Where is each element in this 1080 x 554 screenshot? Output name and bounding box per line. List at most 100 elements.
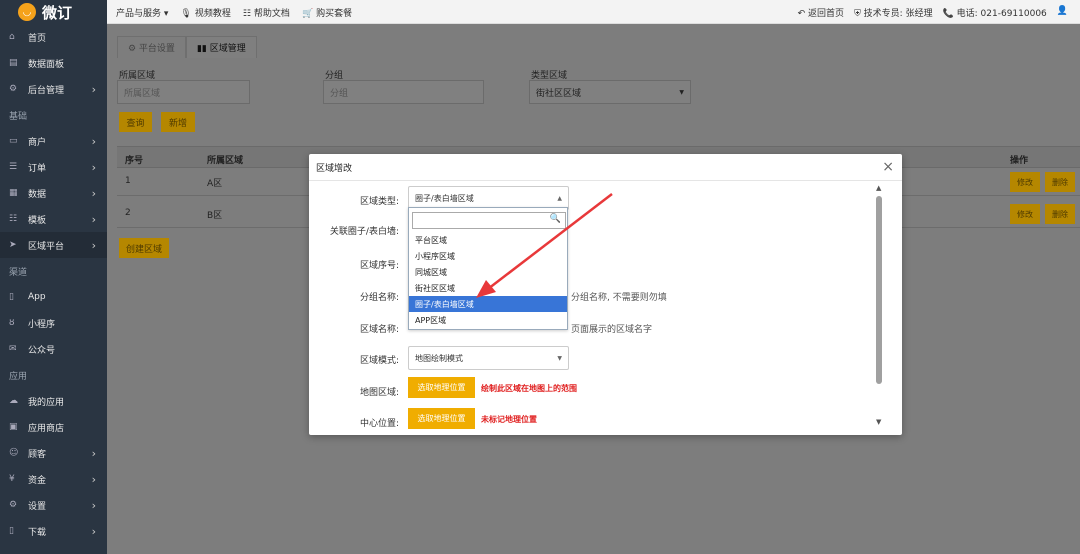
topnav-docs[interactable]: ☷ 帮助文档 — [243, 6, 290, 19]
sidebar-item[interactable]: ▣ 应用商店 — [0, 414, 107, 440]
sidebar-item-label: 数据面板 — [28, 59, 65, 70]
sidebar-item[interactable]: ▦ 数据 › — [0, 180, 107, 206]
chevron-right-icon: › — [91, 446, 96, 460]
top-right: ↶ 返回首页 ⛨ 技术专员: 张经理 📞 电话: 021-69110006 👤 — [798, 6, 1068, 19]
products-label: 产品与服务 ▾ — [116, 9, 169, 19]
sidebar-item[interactable]: ☁ 我的应用 — [0, 388, 107, 414]
sidebar-item[interactable]: ▯ App — [0, 284, 107, 310]
arrow-head — [476, 280, 496, 298]
docs-label: 帮助文档 — [253, 9, 290, 19]
sidebar-item-icon: ¥ — [9, 474, 15, 484]
sidebar-item[interactable]: ☷ 模板 › — [0, 206, 107, 232]
area-mode-select[interactable]: 地图绘制模式 ▼ — [408, 346, 569, 370]
sidebar-item-label: 公众号 — [28, 345, 56, 356]
modal-scrollbar[interactable]: ▲ ▼ — [873, 182, 885, 435]
sidebar-item-icon: ▯ — [9, 526, 14, 536]
center-label: 中心位置: — [359, 419, 399, 429]
sidebar-item[interactable]: ➤ 区域平台 › — [0, 232, 107, 258]
edit-button[interactable]: 修改 — [1010, 172, 1040, 192]
sidebar-item-icon: ▦ — [9, 188, 18, 198]
sidebar-item[interactable]: ☺ 顾客 › — [0, 440, 107, 466]
chevron-right-icon: › — [91, 212, 96, 226]
sidebar-item-icon: ▣ — [9, 422, 18, 432]
sidebar-item-icon: ▯ — [9, 292, 14, 302]
chevron-right-icon: › — [91, 82, 96, 96]
phone-number: 📞 电话: 021-69110006 — [942, 9, 1047, 19]
sidebar-item-icon: ☁ — [9, 396, 18, 406]
delete-button[interactable]: 删除 — [1045, 172, 1075, 192]
mic-icon: 🎙 — [180, 9, 192, 19]
area-type-value: 圈子/表白墙区域 — [415, 193, 474, 203]
back-home-link[interactable]: ↶ 返回首页 — [798, 6, 844, 19]
map-area-button[interactable]: 选取地理位置 — [408, 377, 475, 398]
top-bar: ◡ 微订 产品与服务 ▾ 🎙 视频教程 ☷ 帮助文档 🛒 购买套餐 ↶ 返回首页 ⛨ … — [0, 0, 1080, 24]
type-filter-value: 街社区区域 — [536, 88, 582, 99]
buy-label: 购买套餐 — [316, 9, 353, 19]
scroll-thumb[interactable] — [876, 196, 882, 384]
top-nav: 产品与服务 ▾ 🎙 视频教程 ☷ 帮助文档 🛒 购买套餐 — [116, 6, 352, 19]
sidebar-item[interactable]: ¥ 资金 › — [0, 466, 107, 492]
map-area-label: 地图区域: — [359, 388, 399, 398]
create-area-button[interactable]: 创建区域 — [119, 238, 169, 258]
scroll-up-icon[interactable]: ▲ — [876, 184, 881, 192]
sidebar-item-label: 设置 — [28, 501, 47, 512]
delete-button[interactable]: 删除 — [1045, 204, 1075, 224]
sidebar-item[interactable]: ⌂ 首页 — [0, 24, 107, 50]
sidebar-section: 应用 — [9, 371, 28, 382]
chevron-right-icon: › — [91, 524, 96, 538]
sidebar: ⌂ 首页 ▤ 数据面板 ⚙ 后台管理 › 基础 ▭ 商户 › ☰ 订单 › ▦ 数据 › ☷ 模板 › ➤ 区域平台 › 渠道… — [0, 24, 107, 554]
col-actions: 操作 — [1010, 156, 1029, 166]
add-button[interactable]: 新增 — [161, 112, 195, 132]
chevron-down-icon: ▼ — [557, 355, 562, 362]
edit-button[interactable]: 修改 — [1010, 204, 1040, 224]
sidebar-section: 基础 — [9, 111, 28, 122]
support-contact: ⛨ 技术专员: 张经理 — [854, 9, 933, 19]
scroll-down-icon[interactable]: ▼ — [876, 418, 881, 426]
sidebar-item-label: 首页 — [28, 33, 47, 44]
topnav-buy[interactable]: 🛒 购买套餐 — [302, 6, 352, 19]
sidebar-item[interactable]: ȣ 小程序 — [0, 310, 107, 336]
sidebar-item[interactable]: ☰ 订单 › — [0, 154, 107, 180]
area-mode-label: 区域模式: — [359, 356, 399, 366]
annotation-arrow — [476, 193, 613, 298]
logo[interactable]: ◡ 微订 — [0, 0, 107, 24]
sidebar-item[interactable]: ✉ 公众号 — [0, 336, 107, 362]
sidebar-item[interactable]: ▤ 数据面板 — [0, 50, 107, 76]
close-icon[interactable]: × — [882, 159, 894, 175]
row-no: 2 — [125, 208, 131, 218]
dropdown-option[interactable]: APP区域 — [409, 312, 567, 328]
sidebar-item-icon: ▭ — [9, 136, 18, 146]
sidebar-item[interactable]: ▭ 商户 › — [0, 128, 107, 154]
row-no: 1 — [125, 176, 131, 186]
modal-title: 区域增改 — [316, 163, 353, 174]
sidebar-item[interactable]: ⚙ 后台管理 › — [0, 76, 107, 102]
sidebar-item-icon: ➤ — [9, 240, 17, 250]
logo-icon: ◡ — [18, 3, 36, 21]
sidebar-item[interactable]: ⚙ 设置 › — [0, 492, 107, 518]
sidebar-item[interactable]: ▯ 下载 › — [0, 518, 107, 544]
tab-area-management[interactable]: ▮▮ 区域管理 — [185, 36, 257, 58]
group-filter-input[interactable]: 分组 — [323, 80, 484, 104]
sidebar-item-icon: ⚙ — [9, 500, 18, 510]
topnav-video[interactable]: 🎙 视频教程 — [180, 6, 230, 19]
search-button[interactable]: 查询 — [119, 112, 152, 132]
sidebar-item-icon: ✉ — [9, 344, 17, 354]
modal-header: 区域增改 × — [309, 154, 902, 181]
area-name-hint: 页面展示的区域名字 — [571, 325, 653, 335]
area-filter-input[interactable]: 所属区域 — [117, 80, 250, 104]
sidebar-item-label: 我的应用 — [28, 397, 65, 408]
sidebar-item-label: 小程序 — [28, 319, 56, 330]
type-filter-select[interactable]: 街社区区域 ▼ — [529, 80, 691, 104]
sidebar-item-icon: ⌂ — [9, 32, 15, 42]
sidebar-section: 渠道 — [9, 267, 28, 278]
avatar-icon[interactable]: 👤 — [1057, 6, 1068, 19]
topnav-products[interactable]: 产品与服务 ▾ — [116, 6, 168, 19]
chevron-right-icon: › — [91, 160, 96, 174]
sidebar-item-label: App — [28, 292, 46, 302]
center-button[interactable]: 选取地理位置 — [408, 408, 475, 429]
area-name-label: 区域名称: — [359, 325, 399, 335]
tab-bar: ⚙ 平台设置 ▮▮ 区域管理 — [117, 36, 257, 58]
tab-platform-settings[interactable]: ⚙ 平台设置 — [117, 36, 186, 58]
sidebar-item-label: 顾客 — [28, 449, 47, 460]
brand-name: 微订 — [42, 3, 73, 22]
